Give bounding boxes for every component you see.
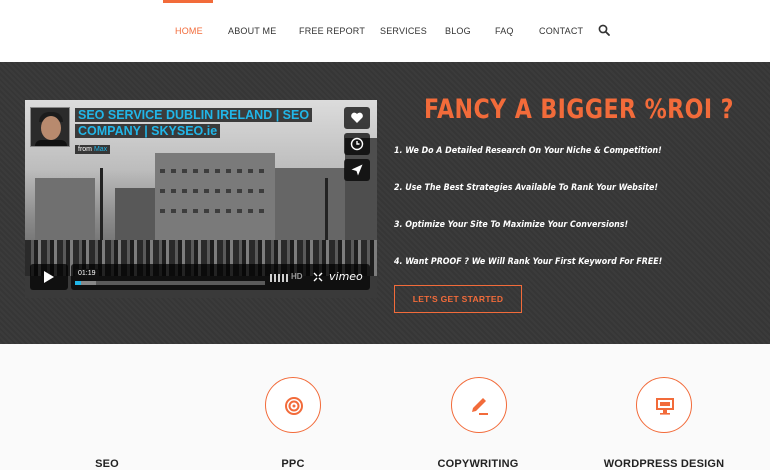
seo-service-icon-button[interactable] [265, 377, 321, 433]
video-time: 01:19 [75, 269, 99, 278]
hd-toggle[interactable]: HD [291, 272, 303, 281]
nav-active-indicator [163, 0, 213, 3]
hero-bullet: 2. Use The Best Strategies Available To … [394, 182, 658, 193]
hero-bullet: 3. Optimize Your Site To Maximize Your C… [394, 219, 629, 230]
service-title-wordpress-design[interactable]: WORDPRESS DESIGN [584, 458, 744, 470]
video-scene-building [35, 178, 95, 248]
volume-control[interactable] [270, 274, 288, 282]
video-scene-building [275, 168, 345, 248]
video-scene-building [115, 188, 155, 248]
fullscreen-icon[interactable] [313, 272, 323, 282]
hero-bullet: 1. We Do A Detailed Research On Your Nic… [394, 145, 662, 156]
avatar-face [41, 116, 61, 140]
service-title-ppc[interactable]: PPC [213, 458, 373, 470]
nav-item-home[interactable]: HOME [175, 26, 203, 36]
nav-item-free-report[interactable]: FREE REPORT [299, 26, 365, 36]
monitor-icon [656, 398, 674, 415]
target-icon [285, 397, 303, 415]
video-progress-track[interactable] [75, 281, 265, 285]
video-byline: from Max [75, 145, 111, 154]
nav-item-blog[interactable]: BLOG [445, 26, 471, 36]
video-author-avatar[interactable] [30, 107, 70, 147]
copywriting-service-icon-button[interactable] [451, 377, 507, 433]
vimeo-logo[interactable]: vimeo [329, 270, 363, 283]
site-header: HOME ABOUT ME FREE REPORT SERVICES BLOG … [0, 0, 770, 62]
nav-item-services[interactable]: SERVICES [380, 26, 427, 36]
play-button[interactable] [30, 264, 68, 290]
video-controls: 01:19 HD vimeo [30, 264, 370, 290]
share-button[interactable] [344, 159, 370, 181]
avatar-body [35, 140, 67, 146]
nav-item-about-me[interactable]: ABOUT ME [228, 26, 276, 36]
share-icon [351, 164, 363, 176]
video-title-line-2[interactable]: COMPANY | SKYSEO.ie [75, 124, 221, 138]
services-section: SEO PPC COPYWRITING WORDPRESS DESIGN [0, 344, 770, 470]
clock-icon [350, 137, 364, 151]
video-title-line-1[interactable]: SEO SERVICE DUBLIN IRELAND | SEO [75, 108, 313, 122]
watch-later-button[interactable] [344, 133, 370, 155]
service-title-seo[interactable]: SEO [27, 458, 187, 470]
video-control-bar: 01:19 HD vimeo [71, 264, 370, 290]
video-title[interactable]: SEO SERVICE DUBLIN IRELAND | SEO COMPANY… [75, 107, 325, 139]
play-icon [44, 271, 54, 283]
video-progress-fill [75, 281, 81, 285]
nav-item-faq[interactable]: FAQ [495, 26, 514, 36]
nav-item-contact[interactable]: CONTACT [539, 26, 583, 36]
get-started-button[interactable]: LET'S GET STARTED [394, 285, 522, 313]
like-button[interactable] [344, 107, 370, 129]
video-from-label: from [78, 146, 92, 153]
hero-heading: FANCY A BIGGER %ROI ? [424, 94, 734, 125]
wordpress-design-service-icon-button[interactable] [636, 377, 692, 433]
pencil-icon [472, 398, 488, 415]
search-icon[interactable] [598, 24, 610, 36]
main-nav: HOME ABOUT ME FREE REPORT SERVICES BLOG … [0, 0, 770, 62]
video-scene-windows [160, 189, 270, 193]
video-scene-building [155, 153, 275, 248]
video-author-link[interactable]: Max [94, 146, 107, 153]
video-scene-windows [160, 169, 270, 173]
service-title-copywriting[interactable]: COPYWRITING [398, 458, 558, 470]
video-scene-windows [160, 209, 270, 213]
hero-bullet: 4. Want PROOF ? We Will Rank Your First … [394, 256, 663, 267]
heart-icon [351, 112, 363, 123]
